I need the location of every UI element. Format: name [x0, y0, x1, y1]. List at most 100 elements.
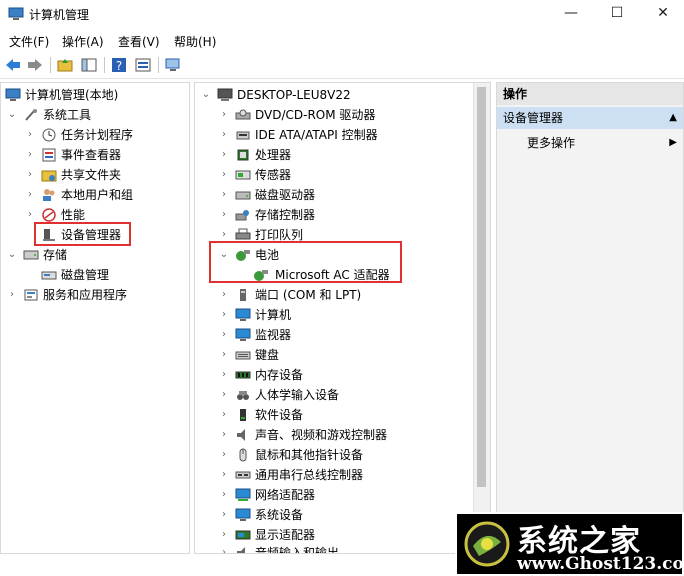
up-folder-icon[interactable] [56, 56, 74, 74]
toolbar: ? [0, 52, 684, 79]
back-arrow-icon[interactable] [4, 56, 22, 74]
users-icon [43, 189, 55, 201]
scan-hardware-icon[interactable] [164, 56, 182, 74]
menu-action[interactable]: 操作(A) [62, 33, 104, 50]
clock-icon [42, 128, 56, 142]
show-hide-tree-icon[interactable] [80, 56, 98, 74]
memory-icon [235, 371, 251, 379]
expand-chevron-icon[interactable]: › [219, 505, 229, 525]
forward-arrow-icon[interactable] [26, 56, 44, 74]
expand-chevron-icon[interactable]: › [219, 125, 229, 145]
expand-chevron-icon[interactable]: › [219, 365, 229, 385]
expand-chevron-icon[interactable]: › [219, 105, 229, 125]
tree-item-label: 服务和应用程序 [43, 288, 128, 302]
hid-icon [237, 391, 249, 400]
expand-chevron-icon[interactable]: ⌄ [201, 85, 211, 105]
device-category-label: 磁盘驱动器 [255, 188, 316, 202]
expand-chevron-icon[interactable]: › [219, 145, 229, 165]
expand-chevron-icon[interactable]: ⌄ [7, 245, 17, 265]
maximize-button[interactable]: ☐ [594, 0, 640, 28]
expand-chevron-icon[interactable]: › [25, 165, 35, 185]
device-category-label: 通用串行总线控制器 [255, 468, 364, 482]
expand-chevron-icon[interactable]: › [219, 205, 229, 225]
printer-icon [235, 228, 251, 240]
menu-help[interactable]: 帮助(H) [174, 33, 216, 50]
highlight-box [209, 241, 402, 283]
scrollbar-thumb[interactable] [477, 87, 486, 487]
performance-icon [42, 208, 56, 222]
title-bar: 计算机管理 — ☐ ✕ [0, 0, 684, 28]
expand-chevron-icon[interactable]: › [219, 525, 229, 545]
help-icon[interactable]: ? [110, 56, 128, 74]
toolbar-divider [158, 57, 159, 73]
expand-chevron-icon[interactable]: › [219, 543, 229, 553]
actions-section-label: 设备管理器 [503, 111, 564, 125]
tools-icon [25, 109, 37, 121]
device-category-label: 系统设备 [255, 508, 304, 522]
dvd-drive-icon [235, 109, 251, 120]
collapse-triangle-icon[interactable]: ▲ [669, 107, 677, 129]
device-category-label: 处理器 [255, 148, 292, 162]
more-actions-item[interactable]: 更多操作 [527, 133, 575, 153]
menu-view[interactable]: 查看(V) [118, 33, 160, 50]
computer-icon [217, 88, 233, 101]
expand-chevron-icon[interactable]: › [219, 425, 229, 445]
properties-icon[interactable] [134, 56, 152, 74]
expand-chevron-icon[interactable]: › [219, 285, 229, 305]
device-category-label: DVD/CD-ROM 驱动器 [255, 108, 376, 122]
expand-chevron-icon[interactable]: › [219, 405, 229, 425]
expand-chevron-icon[interactable]: › [219, 445, 229, 465]
expand-chevron-icon[interactable]: › [7, 285, 17, 305]
console-tree-pane[interactable]: 计算机管理(本地) ⌄ 系统工具 › 任务计划程序 › 事件查看器 › 共享文件… [0, 82, 190, 554]
toolbar-divider [50, 57, 51, 73]
speaker-icon [237, 429, 245, 441]
disk-icon [41, 271, 57, 280]
device-category-label: 人体学输入设备 [255, 388, 340, 402]
expand-chevron-icon[interactable]: › [219, 385, 229, 405]
menu-file[interactable]: 文件(F) [9, 33, 49, 50]
tree-item-label: 磁盘管理 [61, 268, 110, 282]
tree-item-label: 本地用户和组 [61, 188, 134, 202]
watermark: 系统之家 www.Ghost123.com [455, 512, 684, 576]
toolbar-divider [104, 57, 105, 73]
monitor-icon [235, 328, 251, 341]
device-category-label: 计算机 [255, 308, 292, 322]
expand-chevron-icon[interactable]: ⌄ [7, 105, 17, 125]
storage-controller-icon [235, 210, 249, 221]
sensor-icon [235, 170, 251, 180]
watermark-logo-icon [464, 521, 510, 567]
expand-chevron-icon[interactable]: › [219, 345, 229, 365]
tree-item-label: 系统工具 [43, 108, 92, 122]
disk-drive-icon [235, 191, 251, 200]
device-category-label: IDE ATA/ATAPI 控制器 [255, 128, 378, 142]
expand-chevron-icon[interactable]: › [219, 325, 229, 345]
device-root-label: DESKTOP-LEU8V22 [237, 88, 351, 102]
close-button[interactable]: ✕ [640, 0, 684, 28]
expand-chevron-icon[interactable]: › [219, 305, 229, 325]
expand-chevron-icon[interactable]: › [25, 125, 35, 145]
port-icon [240, 289, 246, 301]
display-adapter-icon [235, 530, 251, 540]
audio-io-icon [237, 547, 245, 553]
computer-management-icon [5, 88, 21, 101]
expand-chevron-icon[interactable]: › [219, 185, 229, 205]
window-title: 计算机管理 [29, 8, 90, 22]
storage-icon [23, 250, 39, 260]
minimize-button[interactable]: — [548, 0, 594, 28]
highlight-box [34, 222, 131, 246]
expand-chevron-icon[interactable]: › [25, 145, 35, 165]
actions-header: 操作 [497, 83, 683, 105]
watermark-url: www.Ghost123.com [517, 554, 684, 574]
tree-item-label: 事件查看器 [61, 148, 122, 162]
submenu-arrow-icon[interactable]: ▶ [669, 133, 677, 153]
expand-chevron-icon[interactable]: › [219, 465, 229, 485]
device-tree-pane[interactable]: ⌄ DESKTOP-LEU8V22 › DVD/CD-ROM 驱动器 › IDE… [194, 82, 491, 554]
event-viewer-icon [42, 148, 56, 162]
expand-chevron-icon[interactable]: › [219, 165, 229, 185]
actions-section-device-manager[interactable]: 设备管理器 ▲ [497, 107, 683, 129]
device-tree-scrollbar[interactable] [473, 83, 490, 553]
expand-chevron-icon[interactable]: › [219, 485, 229, 505]
services-icon [24, 289, 38, 301]
expand-chevron-icon[interactable]: › [25, 185, 35, 205]
monitor-icon [235, 308, 251, 321]
